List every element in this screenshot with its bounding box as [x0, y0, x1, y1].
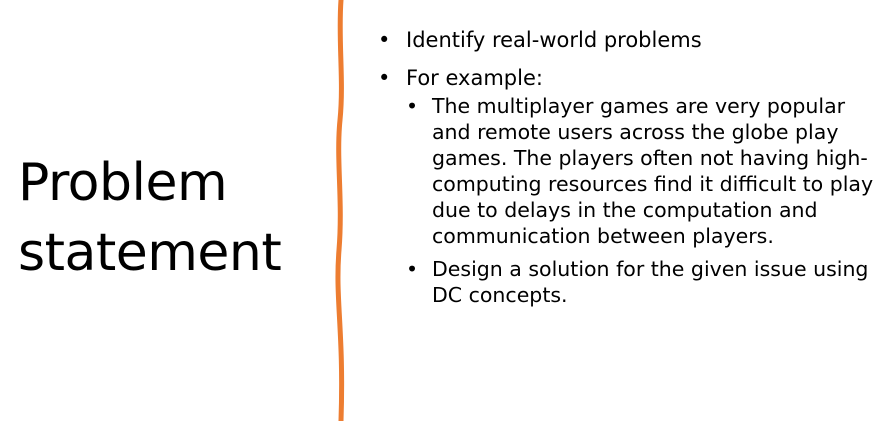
bullet-text: For example: — [406, 66, 543, 90]
sub-bullet-list: • The multiplayer games are very popular… — [406, 93, 883, 308]
bullet-dot: • — [378, 66, 391, 90]
bullet-text: Identify real-world problems — [406, 28, 702, 52]
vertical-divider-line — [335, 0, 345, 421]
bullet-dot: • — [406, 94, 419, 118]
sub-bullet-item: • Design a solution for the given issue … — [406, 256, 883, 308]
sub-bullet-text: Design a solution for the given issue us… — [432, 257, 869, 307]
bullet-content: • Identify real-world problems • For exa… — [378, 26, 883, 317]
bullet-item: • Identify real-world problems — [378, 26, 883, 55]
sub-bullet-item: • The multiplayer games are very popular… — [406, 93, 883, 249]
slide: Problem statement • Identify real-world … — [0, 0, 895, 421]
slide-title: Problem statement — [18, 153, 282, 283]
bullet-dot: • — [406, 257, 419, 281]
sub-bullet-text: The multiplayer games are very popular a… — [432, 94, 874, 248]
bullet-list: • Identify real-world problems • For exa… — [378, 26, 883, 308]
bullet-dot: • — [378, 28, 391, 52]
bullet-item: • For example: • The multiplayer games a… — [378, 64, 883, 308]
